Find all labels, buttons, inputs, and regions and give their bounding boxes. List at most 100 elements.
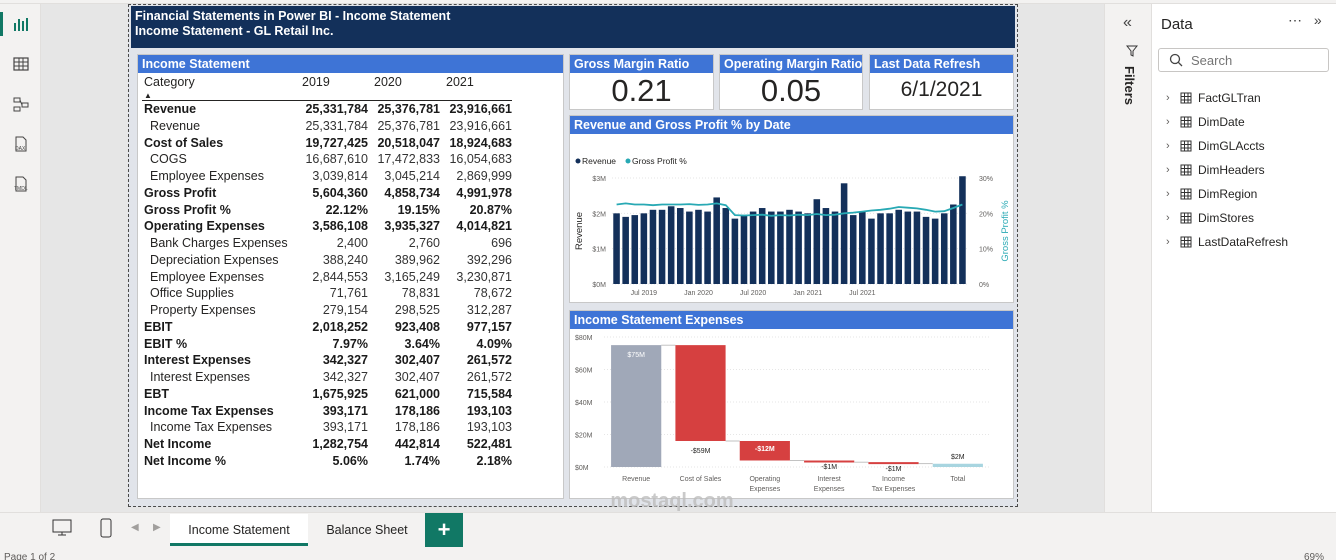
- table-row[interactable]: Net Income % 5.06% 1.74% 2.18%: [142, 453, 512, 470]
- waterfall-data-label: -$12M: [755, 446, 775, 453]
- status-bar: Page 1 of 2 69%: [0, 550, 1336, 560]
- table-row[interactable]: EBIT % 7.97% 3.64% 4.09%: [142, 335, 512, 352]
- table-row[interactable]: Property Expenses 279,154 298,525 312,287: [142, 302, 512, 319]
- y-tick-label: $3M: [592, 176, 606, 183]
- revenue-bar: [622, 216, 629, 284]
- y-tick-label: $0M: [575, 465, 589, 472]
- table-row[interactable]: Office Supplies 71,761 78,831 78,672: [142, 285, 512, 302]
- sort-ascending-icon[interactable]: ▲: [142, 91, 296, 101]
- revenue-chart-title: Revenue and Gross Profit % by Date: [570, 116, 1013, 134]
- column-header-category[interactable]: Category: [142, 74, 296, 91]
- scroll-right-icon[interactable]: ▶: [153, 522, 161, 533]
- data-search-box[interactable]: [1158, 48, 1329, 72]
- gross-margin-card[interactable]: Gross Margin Ratio 0.21: [569, 54, 714, 110]
- table-row[interactable]: Gross Profit 5,604,360 4,858,734 4,991,978: [142, 185, 512, 202]
- tab-balance-sheet[interactable]: Balance Sheet: [312, 514, 422, 546]
- mobile-layout-icon[interactable]: [100, 518, 112, 543]
- table-row[interactable]: Employee Expenses 2,844,553 3,165,249 3,230…: [142, 268, 512, 285]
- report-view-icon[interactable]: [0, 6, 41, 42]
- row-label: Gross Profit %: [144, 202, 231, 217]
- zoom-level[interactable]: 69%: [1304, 552, 1324, 560]
- y2-tick-label: 30%: [979, 176, 993, 183]
- revenue-gross-profit-chart[interactable]: Revenue and Gross Profit % by Date Reven…: [569, 115, 1014, 303]
- table-row[interactable]: EBIT 2,018,252 923,408 977,157: [142, 319, 512, 336]
- table-row[interactable]: Interest Expenses 342,327 302,407 261,572: [142, 369, 512, 386]
- report-title-band[interactable]: Financial Statements in Power BI - Incom…: [131, 6, 1015, 48]
- y-tick-label: $80M: [575, 335, 593, 342]
- model-view-icon[interactable]: [0, 86, 41, 122]
- scroll-left-icon[interactable]: ◀: [131, 522, 139, 533]
- table-row[interactable]: EBT 1,675,925 621,000 715,584: [142, 386, 512, 403]
- row-value-2020: 442,814: [394, 437, 440, 452]
- waterfall-bar: [932, 463, 983, 467]
- dax-query-icon[interactable]: DAX: [0, 126, 41, 162]
- chevron-right-icon[interactable]: ›: [1166, 116, 1180, 128]
- revenue-bar: [877, 213, 884, 284]
- table-row[interactable]: Employee Expenses 3,039,814 3,045,214 2,869…: [142, 168, 512, 185]
- table-row[interactable]: COGS 16,687,610 17,472,833 16,054,683: [142, 151, 512, 168]
- chevron-right-icon[interactable]: ›: [1166, 188, 1180, 200]
- table-row[interactable]: Interest Expenses 342,327 302,407 261,572: [142, 352, 512, 369]
- last-refresh-card-title: Last Data Refresh: [870, 55, 1013, 73]
- row-value-2021: 977,157: [466, 319, 512, 334]
- operating-margin-card-title: Operating Margin Ratio: [720, 55, 862, 73]
- table-row[interactable]: Revenue 25,331,784 25,376,781 23,916,661: [142, 118, 512, 135]
- field-table-dimdate[interactable]: › DimDate: [1166, 110, 1288, 134]
- last-refresh-card[interactable]: Last Data Refresh 6/1/2021: [869, 54, 1014, 110]
- tmdl-view-icon[interactable]: TMDL: [0, 166, 41, 202]
- expand-filters-icon[interactable]: «: [1123, 14, 1132, 32]
- field-table-lastdatarefresh[interactable]: › LastDataRefresh: [1166, 230, 1288, 254]
- column-header-2020[interactable]: 2020: [368, 74, 440, 91]
- table-row[interactable]: Cost of Sales 19,727,425 20,518,047 18,924,…: [142, 134, 512, 151]
- field-table-dimglaccts[interactable]: › DimGLAccts: [1166, 134, 1288, 158]
- table-row[interactable]: Depreciation Expenses 388,240 389,962 392,2…: [142, 252, 512, 269]
- table-row[interactable]: Net Income 1,282,754 442,814 522,481: [142, 436, 512, 453]
- row-value-2021: 3,230,871: [456, 269, 512, 284]
- revenue-bar: [886, 213, 893, 284]
- field-table-dimregion[interactable]: › DimRegion: [1166, 182, 1288, 206]
- chevron-right-icon[interactable]: ›: [1166, 236, 1180, 248]
- row-value-2020: 3,935,327: [384, 219, 440, 234]
- table-icon: [1180, 188, 1192, 200]
- tab-income-statement[interactable]: Income Statement: [170, 514, 308, 546]
- revenue-bar: [931, 218, 939, 284]
- field-table-dimstores[interactable]: › DimStores: [1166, 206, 1288, 230]
- column-header-2021[interactable]: 2021: [440, 74, 512, 91]
- filters-label[interactable]: Filters: [1122, 66, 1137, 105]
- field-table-label: FactGLTran: [1198, 91, 1261, 105]
- chevron-right-icon[interactable]: ›: [1166, 92, 1180, 104]
- row-value-2019: 19,727,425: [305, 135, 368, 150]
- chevron-right-icon[interactable]: ›: [1166, 164, 1180, 176]
- y-tick-label: $20M: [575, 433, 593, 440]
- row-value-2020: 2,760: [408, 236, 440, 251]
- field-table-dimheaders[interactable]: › DimHeaders: [1166, 158, 1288, 182]
- row-label: Net Income %: [144, 453, 226, 468]
- data-search-input[interactable]: [1191, 51, 1321, 69]
- table-row[interactable]: Gross Profit % 22.12% 19.15% 20.87%: [142, 201, 512, 218]
- table-row[interactable]: Revenue 25,331,784 25,376,781 23,916,661: [142, 100, 512, 118]
- income-statement-matrix[interactable]: Income Statement Category 2019 2020 2021…: [137, 54, 564, 499]
- expenses-waterfall-chart[interactable]: Income Statement Expenses $0M $20M $40M $60…: [569, 310, 1014, 499]
- chevron-right-icon[interactable]: ›: [1166, 140, 1180, 152]
- field-table-factgltran[interactable]: › FactGLTran: [1166, 86, 1288, 110]
- desktop-layout-icon[interactable]: [52, 519, 72, 542]
- collapse-pane-icon[interactable]: »: [1314, 12, 1322, 28]
- waterfall-data-label: -$1M: [821, 464, 837, 471]
- more-options-icon[interactable]: ⋯: [1288, 12, 1302, 28]
- operating-margin-card[interactable]: Operating Margin Ratio 0.05: [719, 54, 863, 110]
- add-page-button[interactable]: +: [425, 513, 463, 547]
- row-value-2019: 342,327: [322, 370, 368, 385]
- revenue-bar: [758, 208, 766, 284]
- table-row[interactable]: Income Tax Expenses 393,171 178,186 193,103: [142, 402, 512, 419]
- table-view-icon[interactable]: [0, 46, 41, 82]
- table-row[interactable]: Bank Charges Expenses 2,400 2,760 696: [142, 235, 512, 252]
- row-value-2019: 279,154: [322, 303, 368, 318]
- column-header-2019[interactable]: 2019: [296, 74, 368, 91]
- page-indicator: Page 1 of 2: [4, 552, 56, 560]
- revenue-bar: [895, 209, 903, 284]
- waterfall-data-label: -$1M: [886, 466, 902, 473]
- table-row[interactable]: Operating Expenses 3,586,108 3,935,327 4,01…: [142, 218, 512, 235]
- chevron-right-icon[interactable]: ›: [1166, 212, 1180, 224]
- x-category-label: Operating: [749, 476, 780, 483]
- table-row[interactable]: Income Tax Expenses 393,171 178,186 193,103: [142, 419, 512, 436]
